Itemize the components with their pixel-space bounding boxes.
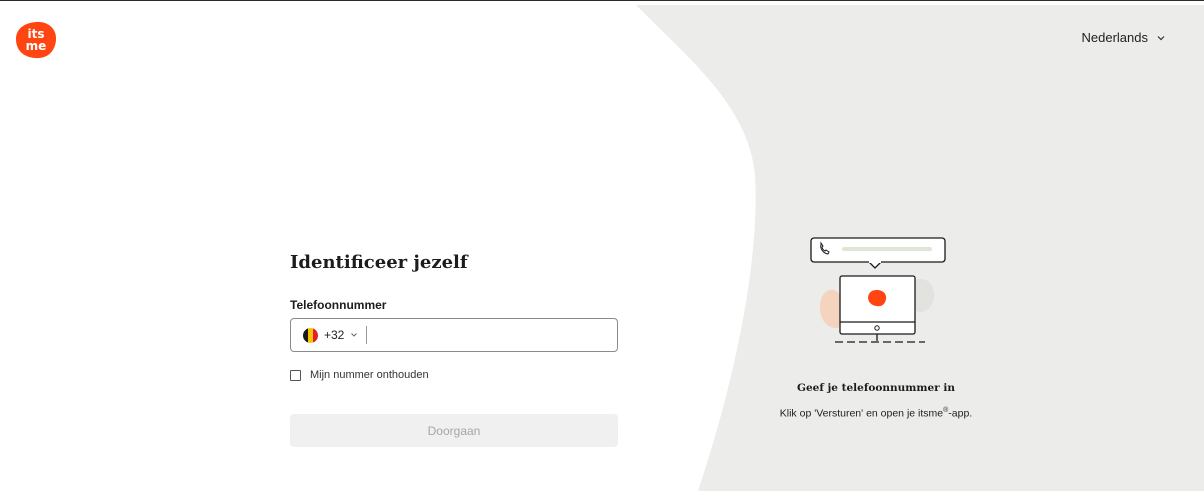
divider: [366, 326, 368, 344]
phone-field: +32: [290, 318, 618, 352]
page-title: Identificeer jezelf: [290, 252, 468, 273]
remember-number[interactable]: Mijn nummer onthouden: [290, 369, 618, 381]
login-form: Identificeer jezelf Telefoonnummer +32 M…: [290, 252, 618, 447]
info-panel: Geef je telefoonnummer in Klik op 'Verst…: [770, 382, 982, 422]
remember-checkbox[interactable]: [290, 369, 301, 381]
chevron-down-icon: [1157, 35, 1165, 40]
info-text: Klik op 'Versturen' en open je itsme®-ap…: [770, 403, 982, 422]
info-text-end: -app.: [948, 407, 973, 420]
belgium-flag-icon: [303, 327, 318, 343]
itsme-logo: its me: [15, 21, 57, 59]
logo-text-bottom: me: [25, 39, 47, 53]
phone-input[interactable]: [375, 319, 617, 351]
info-text-start: Klik op 'Versturen' en open je itsme: [779, 407, 944, 420]
language-selector[interactable]: Nederlands: [1082, 30, 1167, 45]
info-title: Geef je telefoonnummer in: [797, 382, 955, 394]
country-code-selector[interactable]: +32: [324, 328, 344, 342]
remember-label: Mijn nummer onthouden: [310, 369, 429, 381]
continue-button[interactable]: Doorgaan: [290, 414, 618, 447]
phone-computer-illustration: [810, 237, 946, 343]
language-label: Nederlands: [1081, 30, 1149, 45]
country-chevron-down-icon[interactable]: [350, 331, 358, 339]
phone-label: Telefoonnummer: [290, 298, 387, 312]
